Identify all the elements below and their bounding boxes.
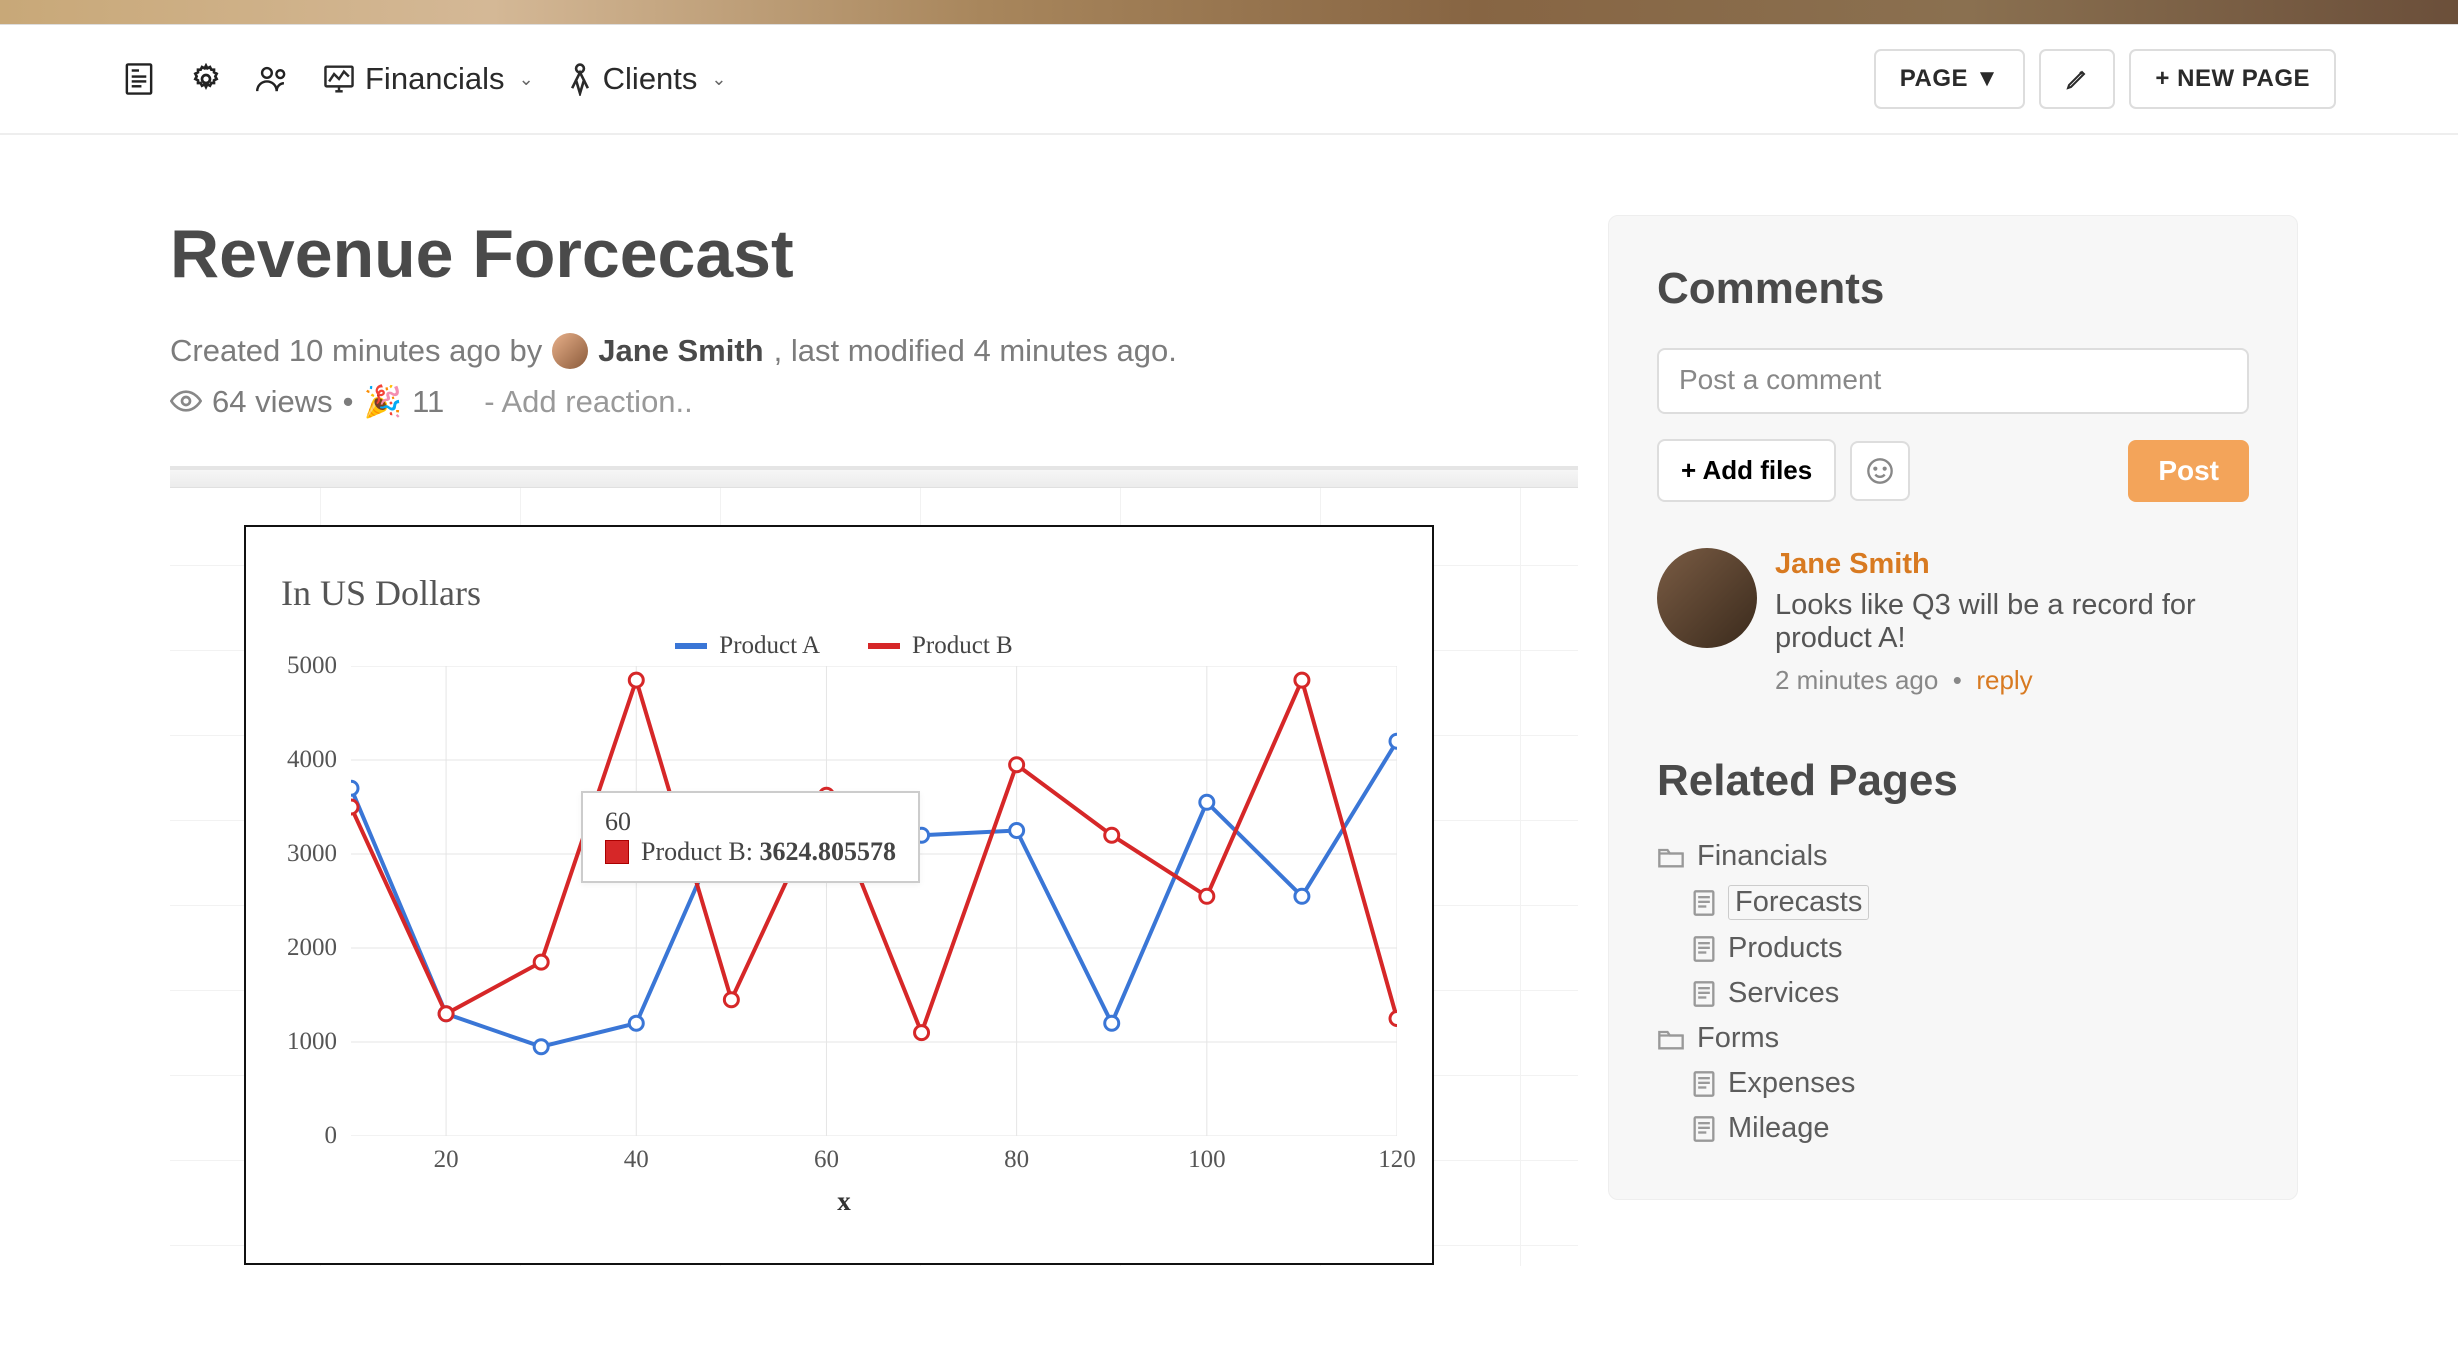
legend-swatch (675, 643, 707, 649)
chart-tooltip: 60 Product B: 3624.805578 (581, 791, 920, 883)
emoji-button[interactable] (1850, 441, 1910, 501)
y-tick: 3000 (287, 840, 337, 868)
related-tree: Financials Forecasts Products Services Forms… (1657, 834, 2249, 1151)
chevron-down-icon: ⌄ (519, 69, 534, 90)
pencil-icon (2065, 67, 2089, 91)
tree-page[interactable]: Forecasts (1692, 879, 2249, 926)
page-menu-button[interactable]: PAGE ▼ (1874, 49, 2026, 109)
x-tick: 20 (434, 1146, 459, 1174)
post-button[interactable]: Post (2128, 440, 2249, 502)
legend-swatch (868, 643, 900, 649)
edit-button[interactable] (2039, 49, 2115, 109)
views-count: 64 views (212, 384, 333, 420)
tree-label: Mileage (1728, 1112, 1830, 1145)
y-tick: 2000 (287, 934, 337, 962)
y-tick: 1000 (287, 1028, 337, 1056)
spreadsheet-grid[interactable]: In US Dollars Product A Product B (170, 466, 1578, 1266)
tree-label: Forecasts (1728, 885, 1869, 920)
reaction-count: 11 (412, 384, 444, 420)
column-headers (170, 470, 1578, 488)
meta-created: Created 10 minutes ago by Jane Smith, la… (170, 333, 1578, 369)
avatar[interactable] (552, 333, 588, 369)
avatar[interactable] (1657, 548, 1757, 648)
tree-label: Forms (1697, 1022, 1779, 1055)
reply-link[interactable]: reply (1976, 665, 2032, 695)
tree-page[interactable]: Mileage (1692, 1106, 2249, 1151)
tree-label: Financials (1697, 840, 1828, 873)
legend-item-product-b[interactable]: Product B (868, 632, 1013, 660)
author-name[interactable]: Jane Smith (598, 333, 763, 369)
chevron-down-icon: ⌄ (711, 69, 726, 90)
new-page-button[interactable]: + NEW PAGE (2129, 49, 2336, 109)
chart-plot-area[interactable]: 60 Product B: 3624.805578 01000200030004… (351, 666, 1397, 1136)
comment-author[interactable]: Jane Smith (1775, 548, 2249, 581)
nav-clients-label: Clients (603, 61, 698, 97)
add-files-button[interactable]: + Add files (1657, 439, 1836, 502)
page-icon (1692, 935, 1716, 963)
tooltip-swatch (605, 840, 629, 864)
reaction-emoji[interactable]: 🎉 (363, 383, 402, 420)
x-tick: 120 (1378, 1146, 1416, 1174)
comments-panel: Comments + Add files Post Jane Smith Loo… (1608, 215, 2298, 1200)
y-tick: 4000 (287, 746, 337, 774)
x-tick: 60 (814, 1146, 839, 1174)
chart-title: In US Dollars (281, 572, 1407, 614)
document-icon[interactable] (122, 62, 156, 96)
x-tick: 100 (1188, 1146, 1226, 1174)
tree-page[interactable]: Products (1692, 926, 2249, 971)
nav-financials[interactable]: Financials ⌄ (323, 61, 534, 97)
page-icon (1692, 889, 1716, 917)
related-heading: Related Pages (1657, 756, 2249, 806)
legend-item-product-a[interactable]: Product A (675, 632, 820, 660)
comment-time: 2 minutes ago (1775, 665, 1938, 695)
nav-financials-label: Financials (365, 61, 505, 97)
comment-item: Jane Smith Looks like Q3 will be a recor… (1657, 548, 2249, 696)
folder-icon (1657, 1027, 1685, 1051)
tree-folder[interactable]: Financials (1657, 834, 2249, 879)
tree-folder[interactable]: Forms (1657, 1016, 2249, 1061)
tree-label: Expenses (1728, 1067, 1855, 1100)
tree-label: Products (1728, 932, 1842, 965)
page-title: Revenue Forcecast (170, 215, 1578, 293)
banner-image (0, 0, 2458, 25)
nav-clients[interactable]: Clients ⌄ (567, 61, 727, 97)
page-icon (1692, 1070, 1716, 1098)
comments-heading: Comments (1657, 264, 2249, 314)
comment-input[interactable] (1657, 348, 2249, 414)
y-tick: 0 (325, 1122, 338, 1150)
smiley-icon (1866, 457, 1894, 485)
chart-legend: Product A Product B (281, 632, 1407, 660)
x-tick: 40 (624, 1146, 649, 1174)
people-icon[interactable] (256, 62, 290, 96)
gear-icon[interactable] (189, 62, 223, 96)
x-tick: 80 (1004, 1146, 1029, 1174)
tree-page[interactable]: Expenses (1692, 1061, 2249, 1106)
stats-line: 64 views • 🎉 11 - Add reaction.. (170, 383, 1578, 420)
add-reaction-button[interactable]: - Add reaction.. (484, 384, 693, 420)
chart-xlabel: x (281, 1186, 1407, 1217)
folder-icon (1657, 845, 1685, 869)
top-toolbar: Financials ⌄ Clients ⌄ PAGE ▼ + NEW PAGE (0, 25, 2458, 135)
tree-page[interactable]: Services (1692, 971, 2249, 1016)
chart-card[interactable]: In US Dollars Product A Product B (244, 525, 1434, 1265)
tree-label: Services (1728, 977, 1839, 1010)
comment-text: Looks like Q3 will be a record for produ… (1775, 589, 2249, 655)
y-tick: 5000 (287, 652, 337, 680)
eye-icon (170, 384, 202, 420)
page-icon (1692, 980, 1716, 1008)
page-icon (1692, 1115, 1716, 1143)
